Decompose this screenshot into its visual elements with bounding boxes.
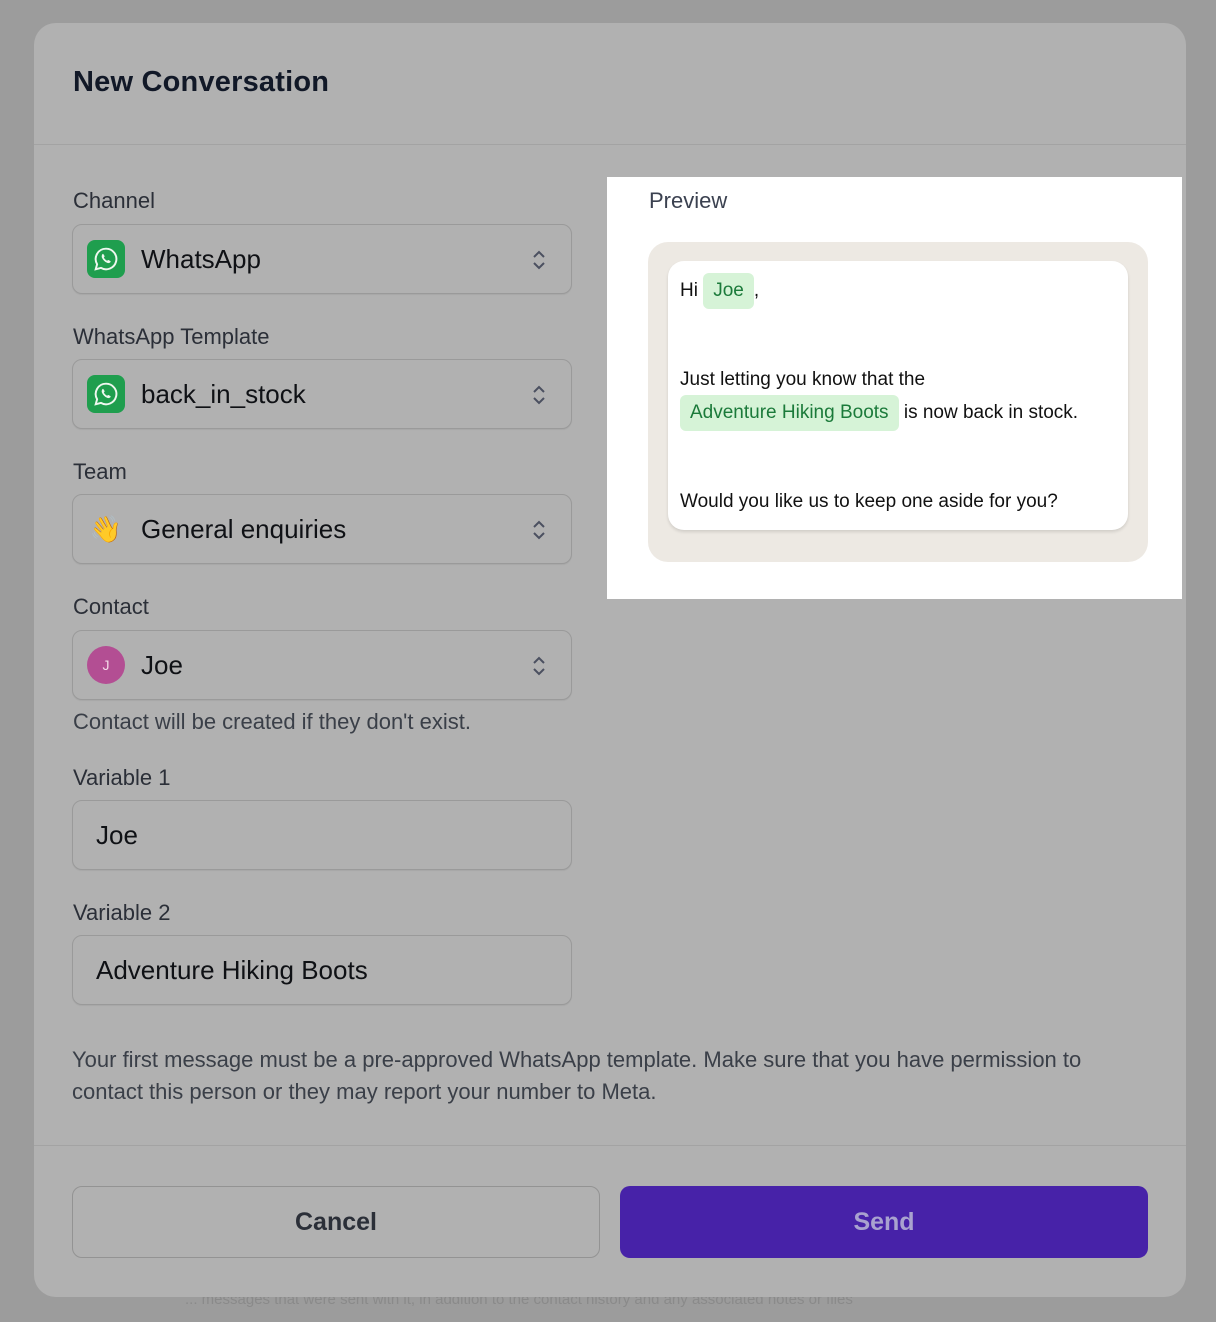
variable2-input[interactable] bbox=[72, 935, 572, 1005]
whatsapp-icon bbox=[87, 240, 125, 278]
contact-label: Contact bbox=[73, 594, 149, 619]
template-value: back_in_stock bbox=[141, 379, 306, 409]
contact-select[interactable]: J Joe bbox=[72, 630, 572, 700]
contact-hint: Contact will be created if they don't ex… bbox=[73, 709, 471, 734]
template-notice: Your first message must be a pre-approve… bbox=[72, 1047, 1082, 1104]
channel-value: WhatsApp bbox=[141, 244, 261, 274]
chevron-up-down-icon bbox=[533, 656, 545, 676]
team-label: Team bbox=[73, 459, 127, 484]
template-label: WhatsApp Template bbox=[73, 324, 270, 349]
variable2-label: Variable 2 bbox=[73, 900, 171, 925]
footer-divider bbox=[34, 1145, 1186, 1146]
team-select[interactable]: 👋 General enquiries bbox=[72, 494, 572, 564]
body-line-intro: Just letting you know that the bbox=[680, 369, 926, 390]
greeting-prefix: Hi bbox=[680, 280, 698, 301]
variable-chip-product: Adventure Hiking Boots bbox=[680, 395, 899, 431]
chevron-up-down-icon bbox=[533, 385, 545, 405]
variable-chip-name: Joe bbox=[703, 273, 754, 309]
preview-panel: Preview Hi Joe, Just letting you know th… bbox=[607, 177, 1182, 599]
body-line-product: Adventure Hiking Boots is now back in st… bbox=[680, 395, 1078, 431]
contact-value: Joe bbox=[141, 650, 183, 680]
template-select[interactable]: back_in_stock bbox=[72, 359, 572, 429]
send-button[interactable]: Send bbox=[620, 1186, 1148, 1258]
preview-label: Preview bbox=[649, 188, 728, 213]
body-line-suffix: is now back in stock. bbox=[903, 402, 1079, 423]
variable1-input[interactable] bbox=[72, 800, 572, 870]
modal-header: New Conversation bbox=[34, 23, 1186, 145]
contact-avatar: J bbox=[87, 646, 125, 684]
team-value: General enquiries bbox=[141, 514, 347, 544]
channel-label: Channel bbox=[73, 188, 155, 213]
message-bubble: Hi Joe, Just letting you know that the A… bbox=[668, 261, 1128, 530]
greeting-line: Hi Joe, bbox=[680, 273, 759, 309]
modal-title: New Conversation bbox=[73, 66, 330, 98]
whatsapp-icon bbox=[87, 375, 125, 413]
chevron-up-down-icon bbox=[533, 520, 545, 540]
chat-background: Hi Joe, Just letting you know that the A… bbox=[648, 242, 1148, 562]
channel-select[interactable]: WhatsApp bbox=[72, 224, 572, 294]
cancel-button[interactable]: Cancel bbox=[72, 1186, 600, 1258]
variable1-label: Variable 1 bbox=[73, 765, 171, 790]
body-line-question: Would you like us to keep one aside for … bbox=[680, 491, 1058, 512]
waving-hand-icon: 👋 bbox=[89, 514, 123, 544]
chevron-up-down-icon bbox=[533, 250, 545, 270]
greeting-suffix: , bbox=[753, 280, 760, 301]
